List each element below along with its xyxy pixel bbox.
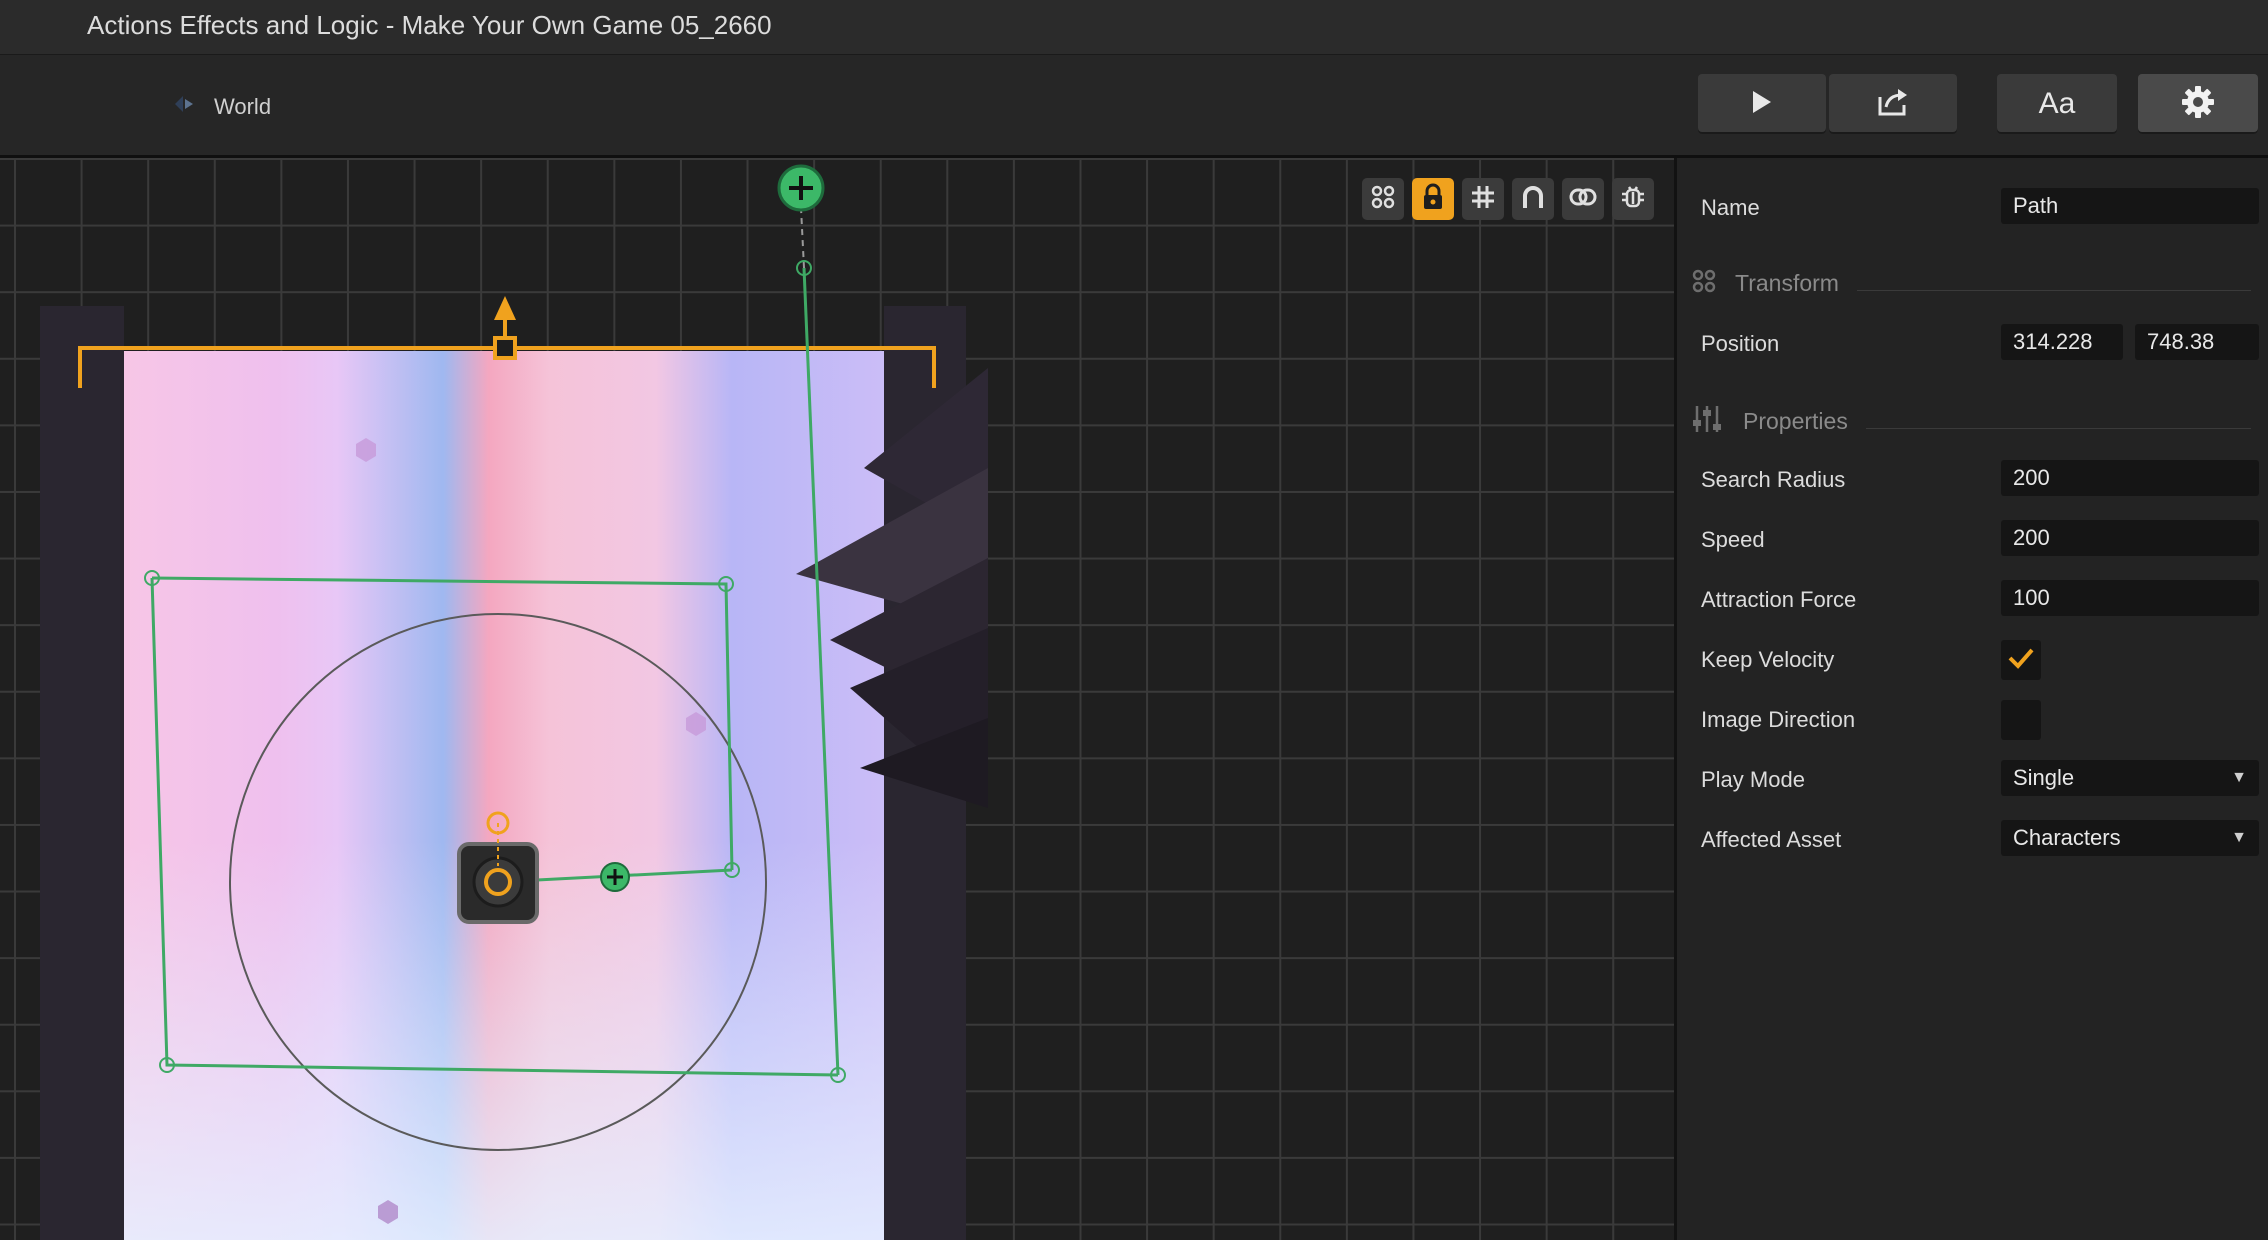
play-icon: [1750, 89, 1774, 120]
share-icon: [1876, 87, 1910, 122]
path-lines: [150, 187, 840, 1077]
keep-velocity-checkbox[interactable]: [2001, 640, 2041, 680]
checkmark-icon: [2007, 646, 2035, 675]
add-node-top-button[interactable]: [777, 164, 825, 212]
play-button[interactable]: [1698, 74, 1826, 134]
properties-section-title: Properties: [1743, 408, 1848, 434]
add-node-button[interactable]: [600, 862, 630, 892]
viewport-tools: [1362, 178, 1654, 220]
play-mode-value: Single: [2013, 765, 2075, 790]
settings-button[interactable]: [2138, 74, 2258, 134]
path-actor[interactable]: [457, 811, 539, 924]
play-mode-label: Play Mode: [1701, 767, 1805, 792]
breadcrumb-world[interactable]: World: [214, 94, 271, 120]
grid-icon: [1470, 184, 1496, 215]
position-y-field[interactable]: 748.38: [2135, 324, 2259, 360]
transform-icon: [1691, 268, 1717, 299]
properties-section-header[interactable]: Properties: [1691, 404, 2251, 439]
magnet-icon: [1520, 184, 1546, 215]
search-radius-field[interactable]: 200: [2001, 460, 2259, 496]
font-button[interactable]: Aa: [1997, 74, 2117, 134]
particle: [378, 1200, 398, 1224]
section-divider: [1856, 290, 2251, 291]
attraction-force-label: Attraction Force: [1701, 587, 1857, 612]
debug-tool[interactable]: [1612, 178, 1654, 220]
path-nodes[interactable]: [144, 260, 846, 1083]
transform-section-header[interactable]: Transform: [1691, 268, 2251, 299]
resize-handle[interactable]: [493, 336, 517, 360]
sliders-icon: [1691, 404, 1725, 439]
grid-tool[interactable]: [1462, 178, 1504, 220]
name-field[interactable]: Path: [2001, 188, 2259, 224]
search-radius-label: Search Radius: [1701, 467, 1846, 492]
gear-icon: [2181, 85, 2215, 124]
lock-tool[interactable]: [1412, 178, 1454, 220]
transform-section-title: Transform: [1735, 270, 1839, 296]
share-button[interactable]: [1829, 74, 1957, 134]
image-direction-label: Image Direction: [1701, 707, 1856, 732]
name-label: Name: [1701, 195, 1760, 220]
toolbar: World Aa: [0, 55, 2268, 158]
play-mode-select[interactable]: Single: [2001, 760, 2259, 796]
lock-icon: [1421, 183, 1445, 216]
breadcrumb[interactable]: World: [172, 91, 271, 122]
inspector-panel: Name Path Transform Position 314.228 748…: [1674, 158, 2268, 1240]
affected-asset-label: Affected Asset: [1701, 827, 1842, 852]
keep-velocity-label: Keep Velocity: [1701, 647, 1835, 672]
debug-icon: [1620, 184, 1646, 215]
snap-tool[interactable]: [1512, 178, 1554, 220]
window-title: Actions Effects and Logic - Make Your Ow…: [87, 10, 772, 40]
scene-overlay: [78, 164, 988, 1224]
speed-field[interactable]: 200: [2001, 520, 2259, 556]
position-x-field[interactable]: 314.228: [2001, 324, 2123, 360]
font-icon: Aa: [2038, 87, 2076, 120]
transform-tool[interactable]: [1362, 178, 1404, 220]
link-icon: [1569, 186, 1597, 213]
particle: [686, 712, 706, 736]
attraction-force-field[interactable]: 100: [2001, 580, 2259, 616]
world-icon: [172, 91, 198, 122]
transform-icon: [1370, 184, 1396, 215]
speed-label: Speed: [1701, 527, 1765, 552]
particle: [356, 438, 376, 462]
title-bar: Actions Effects and Logic - Make Your Ow…: [0, 0, 2268, 55]
affected-asset-select[interactable]: Characters: [2001, 820, 2259, 856]
link-tool[interactable]: [1562, 178, 1604, 220]
image-direction-checkbox[interactable]: [2001, 700, 2041, 740]
position-label: Position: [1701, 331, 1780, 356]
section-divider: [1865, 428, 2251, 429]
scene-viewport[interactable]: [0, 158, 1674, 1240]
affected-asset-value: Characters: [2013, 825, 2121, 850]
rotate-handle-arrow[interactable]: [494, 296, 516, 320]
